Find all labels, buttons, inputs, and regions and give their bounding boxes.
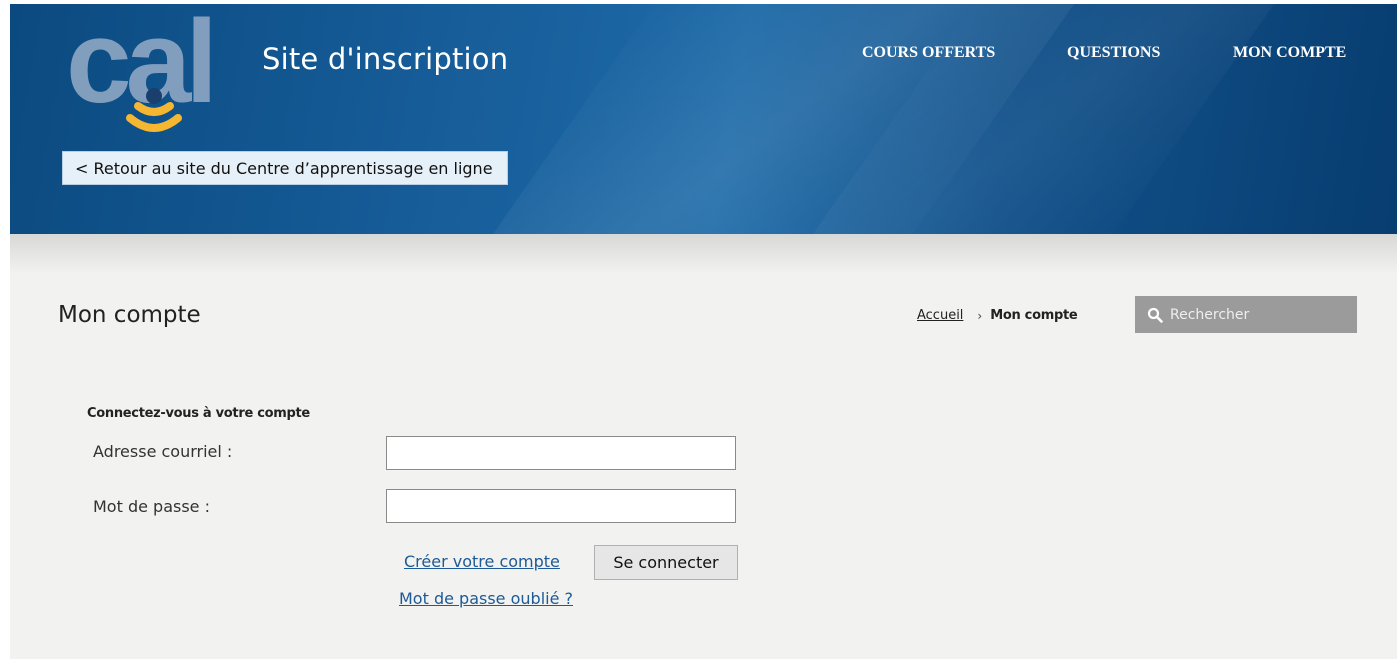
header-shadow xyxy=(10,234,1397,274)
page-frame: cal Site d'inscription COURS OFFERTS QUE… xyxy=(10,4,1397,659)
search-placeholder: Rechercher xyxy=(1170,306,1250,323)
back-to-main-site-link[interactable]: < Retour au site du Centre d’apprentissa… xyxy=(62,151,508,185)
nav-questions[interactable]: QUESTIONS xyxy=(1067,44,1160,62)
breadcrumb: Accueil › Mon compte xyxy=(917,308,1078,323)
password-field[interactable] xyxy=(386,489,736,523)
nav-cours-offerts[interactable]: COURS OFFERTS xyxy=(862,44,995,62)
signal-dot xyxy=(146,88,162,104)
breadcrumb-separator: › xyxy=(977,308,983,323)
search-box[interactable]: Rechercher xyxy=(1135,296,1357,333)
cal-logo[interactable]: cal xyxy=(66,10,266,140)
login-form-heading: Connectez-vous à votre compte xyxy=(87,406,310,421)
nav-mon-compte[interactable]: MON COMPTE xyxy=(1233,44,1346,62)
site-title: Site d'inscription xyxy=(262,42,509,76)
search-icon xyxy=(1147,307,1163,323)
page-title: Mon compte xyxy=(58,302,201,328)
breadcrumb-home-link[interactable]: Accueil xyxy=(917,308,963,323)
breadcrumb-current: Mon compte xyxy=(990,308,1078,323)
site-header: cal Site d'inscription COURS OFFERTS QUE… xyxy=(10,4,1397,234)
login-button[interactable]: Se connecter xyxy=(594,545,738,580)
create-account-link[interactable]: Créer votre compte xyxy=(404,552,560,571)
forgot-password-link[interactable]: Mot de passe oublié ? xyxy=(399,589,573,608)
email-field[interactable] xyxy=(386,436,736,470)
email-label: Adresse courriel : xyxy=(93,442,233,461)
password-label: Mot de passe : xyxy=(93,497,210,516)
